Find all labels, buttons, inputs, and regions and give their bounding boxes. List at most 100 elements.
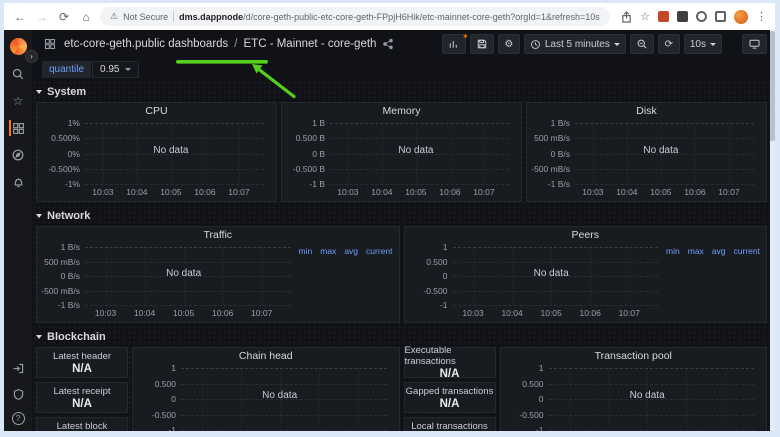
stat-title[interactable]: Local transactions xyxy=(411,421,488,432)
profile-avatar[interactable] xyxy=(734,10,748,24)
legend-current[interactable]: current xyxy=(366,246,392,256)
row-header-system[interactable]: System xyxy=(34,84,767,100)
server-admin-shield-icon[interactable] xyxy=(10,386,26,402)
stat-latest-header: Latest header N/A xyxy=(36,347,128,378)
breadcrumb-folder[interactable]: etc-core-geth.public dashboards xyxy=(64,38,228,50)
gridline-horizontal xyxy=(453,291,659,292)
panel-title[interactable]: Traffic xyxy=(37,227,399,242)
dashboard-body: System CPU 1%0.500%0%-0.500%-1%10:0310:0… xyxy=(32,80,775,431)
tab-window-icon[interactable] xyxy=(715,11,726,22)
panel-peers: Peers 10.5000-0.500-110:0310:0410:0510:0… xyxy=(404,226,768,323)
panel-title[interactable]: CPU xyxy=(37,103,276,118)
y-axis-label: -0.500 xyxy=(503,410,544,420)
refresh-button[interactable]: ⟳ xyxy=(658,34,680,54)
gridline-vertical xyxy=(512,247,513,305)
share-icon[interactable] xyxy=(621,11,632,23)
stat-latest-receipt: Latest receipt N/A xyxy=(36,382,128,413)
x-axis-label: 10:07 xyxy=(718,187,739,197)
gear-icon: ⚙ xyxy=(504,39,513,50)
legend-avg[interactable]: avg xyxy=(712,246,726,256)
stat-title[interactable]: Executable transactions xyxy=(405,345,495,367)
panel-title[interactable]: Memory xyxy=(282,103,521,118)
panel-title[interactable]: Chain head xyxy=(133,348,399,363)
page-scrollbar[interactable] xyxy=(770,30,775,431)
y-axis-label: -500 mB/s xyxy=(529,164,570,174)
dashboard-settings-button[interactable]: ⚙ xyxy=(498,34,520,54)
x-axis-label: 10:05 xyxy=(540,308,561,318)
stat-title[interactable]: Latest block xyxy=(57,421,108,432)
zoom-out-button[interactable] xyxy=(630,34,654,54)
legend-avg[interactable]: avg xyxy=(344,246,358,256)
refresh-interval-picker[interactable]: 10s xyxy=(684,34,722,54)
x-axis-label: 10:03 xyxy=(92,187,113,197)
legend-min[interactable]: min xyxy=(299,246,313,256)
alerting-bell-icon[interactable] xyxy=(10,174,26,190)
y-axis-label: -1 B/s xyxy=(529,179,570,189)
back-icon[interactable]: ← xyxy=(12,10,28,24)
gridline-vertical xyxy=(262,247,263,305)
legend-min[interactable]: min xyxy=(666,246,680,256)
variable-value-dropdown[interactable]: 0.95 xyxy=(92,61,138,78)
x-axis-label: 10:03 xyxy=(337,187,358,197)
dashboards-icon[interactable] xyxy=(9,120,25,136)
y-axis-label: 0.500 xyxy=(407,257,448,267)
panel-title[interactable]: Peers xyxy=(405,227,767,242)
home-icon[interactable]: ⌂ xyxy=(78,10,94,24)
address-bar[interactable]: ⚠ Not Secure dms.dappnode/d/core-geth-pu… xyxy=(100,7,610,26)
row-header-blockchain[interactable]: Blockchain xyxy=(34,329,767,345)
search-icon[interactable] xyxy=(10,66,26,82)
explore-compass-icon[interactable] xyxy=(10,147,26,163)
breadcrumb-dashboard-title[interactable]: ETC - Mainnet - core-geth xyxy=(244,38,377,50)
forward-icon[interactable]: → xyxy=(34,10,50,24)
panel-memory: Memory 1 B0.500 B0 B-0.500 B-1 B10:0310:… xyxy=(281,102,522,202)
extension-circle-icon[interactable] xyxy=(696,11,707,22)
gridline-horizontal xyxy=(85,305,291,306)
starred-dashboards-icon[interactable]: ☆ xyxy=(10,93,26,109)
stat-title[interactable]: Gapped transactions xyxy=(406,386,494,397)
panel-title[interactable]: Transaction pool xyxy=(501,348,767,363)
save-dashboard-button[interactable] xyxy=(470,34,494,54)
disk-chart: 1 B/s500 mB/s0 B/s-500 mB/s-1 B/s10:0310… xyxy=(529,118,762,199)
screenshot-frame: ← → ⟳ ⌂ ⚠ Not Secure dms.dappnode/d/core… xyxy=(0,0,780,437)
row-collapse-icon xyxy=(36,335,42,339)
refresh-interval-label: 10s xyxy=(690,39,706,50)
legend-max[interactable]: max xyxy=(320,246,336,256)
gridline-horizontal xyxy=(549,415,755,416)
row-collapse-icon xyxy=(36,90,42,94)
scrollbar-thumb[interactable] xyxy=(770,31,775,141)
y-axis-label: 500 mB/s xyxy=(529,133,570,143)
row-header-network[interactable]: Network xyxy=(34,208,767,224)
kiosk-tv-button[interactable] xyxy=(742,34,767,54)
time-range-picker[interactable]: Last 5 minutes xyxy=(524,34,626,54)
extension-puzzle-icon[interactable] xyxy=(677,11,688,22)
x-axis-label: 10:03 xyxy=(95,308,116,318)
blockchain-left-stats: Latest header N/A Latest receipt N/A Lat… xyxy=(36,347,128,431)
stat-title[interactable]: Latest header xyxy=(53,351,111,362)
url-host: dms.dappnode xyxy=(179,12,243,22)
browser-menu-icon[interactable]: ⋮ xyxy=(756,10,767,23)
sign-in-icon[interactable] xyxy=(10,360,26,376)
reload-icon[interactable]: ⟳ xyxy=(56,10,72,24)
analytics-button[interactable]: ✶ xyxy=(442,34,466,54)
x-axis-label: 10:04 xyxy=(501,308,522,318)
panel-title[interactable]: Disk xyxy=(527,103,766,118)
share-dashboard-icon[interactable] xyxy=(382,38,394,50)
stat-title[interactable]: Latest receipt xyxy=(53,386,110,397)
gridline-vertical xyxy=(569,368,570,430)
y-axis-label: -1 B/s xyxy=(39,300,80,310)
legend-current[interactable]: current xyxy=(734,246,760,256)
extension-orange-icon[interactable] xyxy=(658,11,669,22)
sidebar-expand-icon[interactable]: › xyxy=(25,50,38,63)
y-axis-label: -0.500% xyxy=(39,164,80,174)
help-icon[interactable]: ? xyxy=(12,412,25,425)
variable-value: 0.95 xyxy=(100,64,119,75)
not-secure-warning-icon[interactable]: ⚠ xyxy=(110,11,118,22)
no-data-label: No data xyxy=(153,145,188,156)
legend: minmaxavg current xyxy=(299,246,393,256)
memory-chart: 1 B0.500 B0 B-0.500 B-1 B10:0310:0410:05… xyxy=(284,118,517,199)
legend-max[interactable]: max xyxy=(688,246,704,256)
bookmark-star-icon[interactable]: ☆ xyxy=(640,10,650,23)
gridline-vertical xyxy=(382,123,383,184)
grafana-logo[interactable] xyxy=(10,38,27,55)
gridline-vertical xyxy=(358,368,359,430)
